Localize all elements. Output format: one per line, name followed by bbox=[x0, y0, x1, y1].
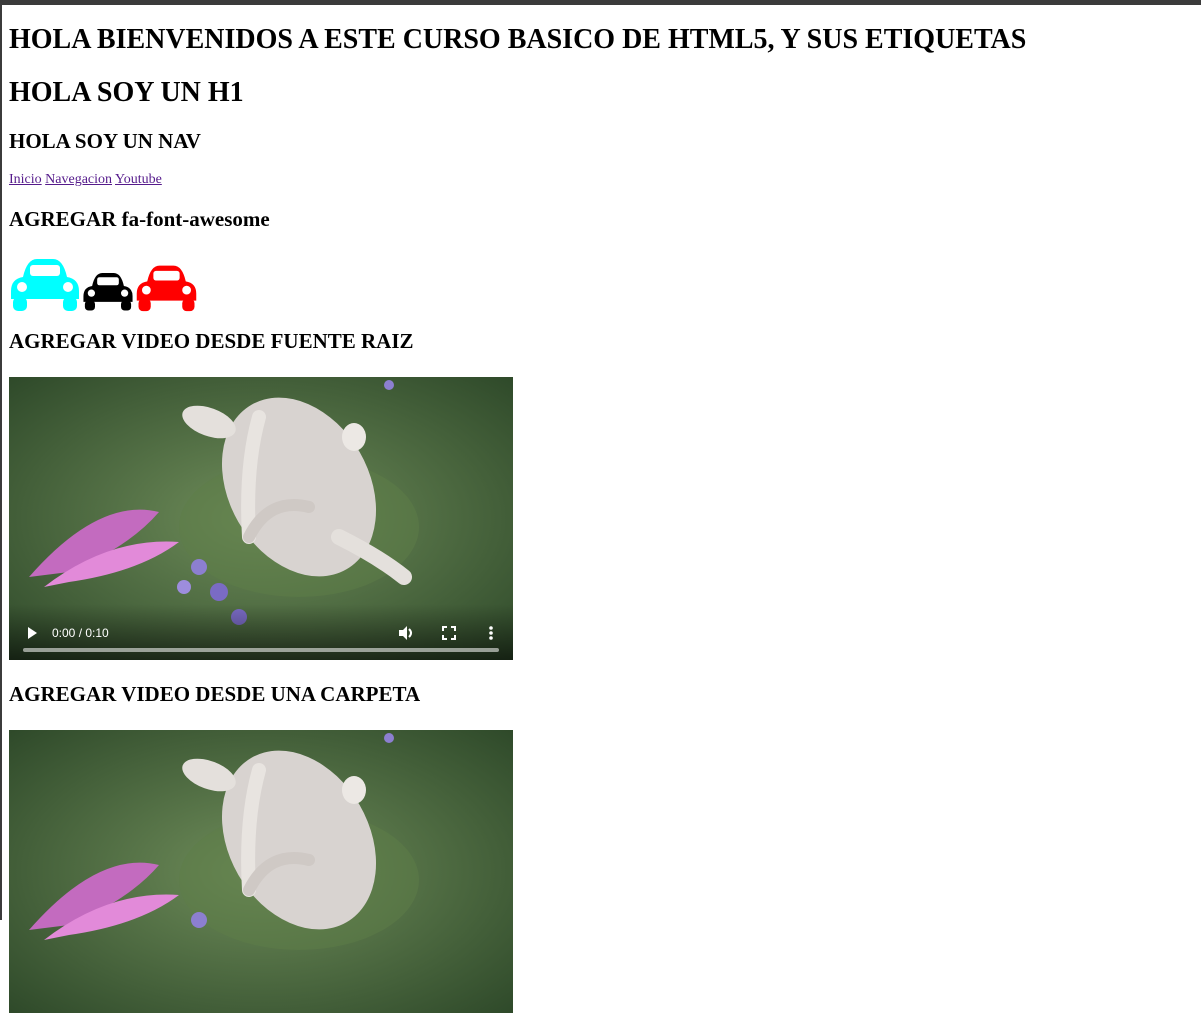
window-left-border bbox=[0, 5, 2, 920]
video-time: 0:00 / 0:10 bbox=[52, 626, 109, 640]
nav-link-navegacion[interactable]: Navegacion bbox=[45, 172, 112, 187]
more-options-icon[interactable] bbox=[483, 624, 499, 642]
video-folder-heading: AGREGAR VIDEO DESDE UNA CARPETA bbox=[9, 682, 421, 706]
nav-link-youtube[interactable]: Youtube bbox=[115, 172, 162, 187]
car-icon-red bbox=[136, 265, 197, 312]
video-progress-bar[interactable] bbox=[23, 648, 499, 652]
car-icons-row bbox=[9, 255, 209, 315]
video-player-root[interactable]: 0:00 / 0:10 bbox=[9, 377, 513, 660]
page-title: HOLA BIENVENIDOS A ESTE CURSO BASICO DE … bbox=[9, 24, 1027, 55]
font-awesome-heading: AGREGAR fa-font-awesome bbox=[9, 207, 270, 231]
h1-heading: HOLA SOY UN H1 bbox=[9, 77, 244, 108]
car-icon-black bbox=[83, 272, 133, 311]
video-controls: 0:00 / 0:10 bbox=[9, 604, 513, 660]
video-player-folder[interactable] bbox=[9, 730, 513, 1013]
video-frame-bunny bbox=[9, 730, 513, 1013]
car-icon-cyan bbox=[11, 259, 79, 311]
fullscreen-icon[interactable] bbox=[441, 625, 457, 641]
nav-heading: HOLA SOY UN NAV bbox=[9, 129, 201, 153]
volume-icon[interactable] bbox=[397, 624, 415, 642]
play-icon[interactable] bbox=[26, 626, 38, 640]
video-root-heading: AGREGAR VIDEO DESDE FUENTE RAIZ bbox=[9, 329, 414, 353]
window-top-border bbox=[0, 0, 1201, 5]
nav-link-inicio[interactable]: Inicio bbox=[9, 172, 42, 187]
nav-bar: Inicio Navegacion Youtube bbox=[9, 171, 162, 189]
